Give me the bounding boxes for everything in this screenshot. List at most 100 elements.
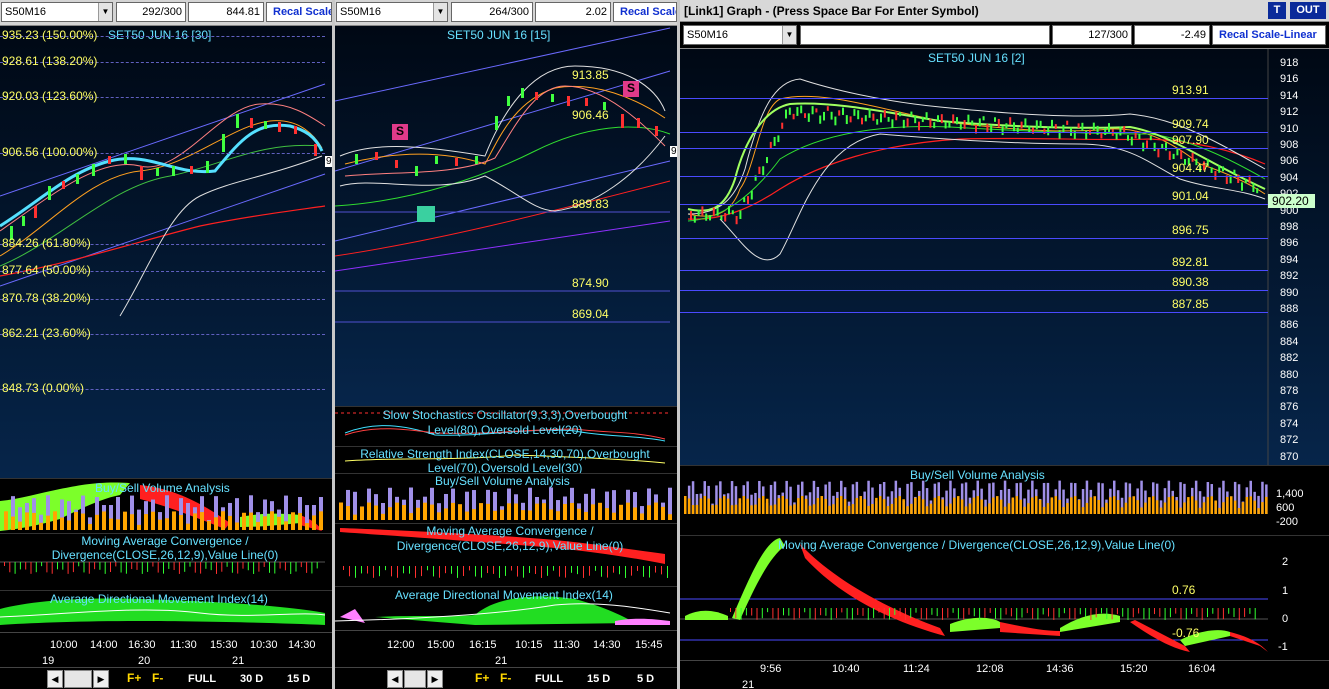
right-macd-panel[interactable]: Moving Average Convergence / Divergence(… xyxy=(680,535,1329,660)
middle-symbol-select[interactable]: S50M16 ▼ xyxy=(336,2,448,22)
left-full-button[interactable]: FULL xyxy=(188,671,216,687)
middle-recal-scale-button[interactable]: Recal Scale-Linear xyxy=(613,2,677,22)
middle-volume-bar xyxy=(542,503,546,520)
right-symbol-select[interactable]: S50M16 ▼ xyxy=(683,25,797,45)
left-macd-bar xyxy=(263,562,265,567)
right-candle xyxy=(1035,120,1038,130)
right-volume-bar xyxy=(1023,506,1026,514)
left-macd-panel[interactable]: Moving Average Convergence / Divergence(… xyxy=(0,533,332,590)
left-fminus-button[interactable]: F- xyxy=(152,671,163,685)
right-volume-bar xyxy=(1249,496,1252,514)
scroll-right-arrow-icon[interactable]: ▶ xyxy=(93,670,109,688)
middle-macd-panel[interactable]: Moving Average Convergence / Divergence(… xyxy=(335,523,677,586)
right-price-axis-label: 914 xyxy=(1280,89,1299,102)
left-price-chart[interactable]: SET50 JUN 16 [30] 935.23 (150.00%) 928.61… xyxy=(0,26,332,478)
right-candle xyxy=(1218,165,1221,173)
middle-5d-button[interactable]: 5 D xyxy=(637,671,654,687)
right-chart-title: SET50 JUN 16 [2] xyxy=(928,51,1025,65)
right-volume-bar xyxy=(886,506,890,514)
left-recal-scale-button[interactable]: Recal Scale-Linear xyxy=(266,2,332,22)
right-volume-bar xyxy=(1206,497,1210,514)
scroll-left-arrow-icon[interactable]: ◀ xyxy=(387,670,403,688)
middle-volume-bar xyxy=(465,511,469,520)
middle-volume-bar xyxy=(507,503,511,520)
left-volume-bar xyxy=(228,515,232,530)
right-macd-bar xyxy=(788,608,790,616)
left-volume-bar xyxy=(221,511,225,530)
middle-macd-bar xyxy=(481,566,482,578)
left-day-time-label: 20 xyxy=(138,655,151,667)
middle-macd-bar xyxy=(409,566,410,574)
right-candle xyxy=(1005,123,1008,129)
right-recal-scale-button[interactable]: Recal Scale-Linear xyxy=(1212,25,1326,45)
right-volume-bar xyxy=(1183,502,1186,514)
middle-adx-panel[interactable]: Average Directional Movement Index(14) xyxy=(335,586,677,630)
middle-macd-bar xyxy=(559,566,560,577)
right-macd-bar xyxy=(995,608,996,619)
right-volume-bar xyxy=(953,497,956,514)
middle-price-chart[interactable]: SET50 JUN 16 [15] 913.85 906.46 889.83 8… xyxy=(335,26,677,406)
left-volume-bar xyxy=(25,512,29,530)
right-volume-bar xyxy=(765,498,769,514)
right-macd-bar xyxy=(1191,608,1193,614)
scroll-right-arrow-icon[interactable]: ▶ xyxy=(427,670,443,688)
left-day-time-label: 19 xyxy=(42,655,55,667)
left-macd-bar xyxy=(94,562,96,570)
right-level-line xyxy=(680,312,1268,313)
left-toolbar: S50M16 ▼ 292/300 844.81 Recal Scale-Line… xyxy=(0,0,332,26)
middle-rsi-panel[interactable]: Relative Strength Index(CLOSE,14,30,70),… xyxy=(335,446,677,473)
right-price-chart[interactable]: SET50 JUN 16 [2] 913.91 909.74 907.90 904.4… xyxy=(680,49,1329,465)
left-scrollbar[interactable] xyxy=(64,670,92,688)
chevron-down-icon[interactable]: ▼ xyxy=(433,3,447,21)
middle-volume-panel[interactable]: Buy/Sell Volume Analysis xyxy=(335,473,677,523)
left-volume-panel[interactable]: Buy/Sell Volume Analysis xyxy=(0,478,332,533)
right-out-button[interactable]: OUT xyxy=(1290,2,1326,19)
right-candle xyxy=(826,106,829,111)
right-macd-bar xyxy=(873,608,875,618)
right-macd-bar xyxy=(1244,608,1246,617)
middle-macd-bar xyxy=(493,566,494,574)
right-volume-bar xyxy=(746,498,749,514)
middle-stoch-panel[interactable]: Slow Stochastics Oscillator(9,3,3),Overb… xyxy=(335,406,677,446)
sell-signal-marker-1: S xyxy=(392,124,408,140)
left-macd-bar xyxy=(35,562,37,573)
left-time-label: 14:00 xyxy=(90,639,118,651)
middle-macd-bar xyxy=(667,566,668,578)
left-fplus-button[interactable]: F+ xyxy=(127,671,141,685)
right-macd-bar xyxy=(1090,608,1092,620)
right-volume-bar xyxy=(1214,500,1217,514)
left-volume-bar xyxy=(102,511,106,530)
left-15d-button[interactable]: 15 D xyxy=(287,671,310,687)
middle-scrollbar[interactable] xyxy=(404,670,426,688)
left-fib-label: 928.61 (138.20%) xyxy=(2,54,98,68)
right-volume-title: Buy/Sell Volume Analysis xyxy=(910,468,1045,482)
right-volume-bar xyxy=(773,504,777,514)
middle-level-5: 869.04 xyxy=(572,307,609,321)
middle-fminus-button[interactable]: F- xyxy=(500,671,511,685)
middle-volume-bar xyxy=(486,503,490,520)
chevron-down-icon[interactable]: ▼ xyxy=(98,3,112,21)
middle-full-button[interactable]: FULL xyxy=(535,671,563,687)
right-candle xyxy=(739,210,742,219)
right-volume-bar xyxy=(945,506,948,514)
middle-macd-bar xyxy=(523,566,524,578)
right-volume-bar xyxy=(781,496,784,514)
middle-fplus-button[interactable]: F+ xyxy=(475,671,489,685)
right-volume-panel[interactable]: Buy/Sell Volume Analysis 1,400 600 -200 xyxy=(680,465,1329,535)
left-symbol-select[interactable]: S50M16 ▼ xyxy=(1,2,113,22)
right-candle xyxy=(887,116,890,122)
right-candle xyxy=(1081,122,1084,131)
middle-volume-bar xyxy=(388,507,392,520)
middle-15d-button[interactable]: 15 D xyxy=(587,671,610,687)
chevron-down-icon[interactable]: ▼ xyxy=(782,26,796,44)
left-fib-label: 848.73 (0.00%) xyxy=(2,381,85,395)
right-toolbar: S50M16 ▼ 127/300 -2.49 Recal Scale-Linea… xyxy=(680,23,1329,49)
scroll-left-arrow-icon[interactable]: ◀ xyxy=(47,670,63,688)
left-volume-bar xyxy=(18,521,22,530)
right-level-line xyxy=(680,238,1268,239)
right-vol-axis-1: 1,400 xyxy=(1276,488,1304,500)
left-30d-button[interactable]: 30 D xyxy=(240,671,263,687)
right-t-button[interactable]: T xyxy=(1268,2,1286,19)
right-candle xyxy=(1024,118,1027,128)
left-adx-panel[interactable]: Average Directional Movement Index(14) xyxy=(0,590,332,632)
